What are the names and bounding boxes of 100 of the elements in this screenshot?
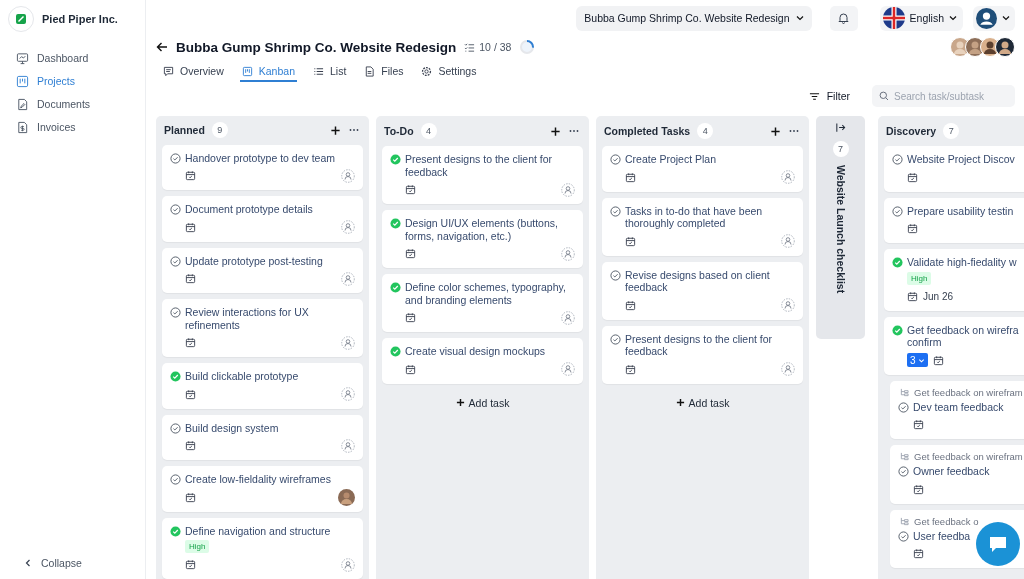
check-circle-icon[interactable] bbox=[170, 307, 181, 318]
calendar-icon[interactable] bbox=[185, 491, 196, 503]
task-card[interactable]: Update prototype post-testing bbox=[162, 247, 363, 293]
more-icon[interactable] bbox=[349, 128, 359, 133]
subtask-count-button[interactable]: 3 bbox=[907, 353, 928, 367]
check-circle-icon[interactable] bbox=[170, 204, 181, 215]
check-circle-icon[interactable] bbox=[892, 257, 903, 268]
filter-button[interactable]: Filter bbox=[802, 89, 856, 103]
check-circle-icon[interactable] bbox=[610, 269, 621, 281]
collapsed-column[interactable]: 7 Website Launch checklist bbox=[816, 116, 865, 339]
unassigned-user-icon[interactable] bbox=[341, 168, 355, 183]
tab[interactable]: Kanban bbox=[239, 62, 297, 82]
sidebar-item[interactable]: Documents bbox=[16, 95, 145, 113]
unassigned-user-icon[interactable] bbox=[341, 557, 355, 572]
calendar-icon[interactable] bbox=[185, 273, 196, 284]
tab[interactable]: List bbox=[310, 62, 349, 82]
task-card[interactable]: Prepare usability testin bbox=[884, 197, 1024, 243]
calendar-icon[interactable] bbox=[625, 235, 636, 247]
check-circle-icon[interactable] bbox=[892, 154, 903, 165]
task-card[interactable]: Create low-fieldality wireframes bbox=[162, 466, 363, 512]
task-card[interactable]: Define navigation and structure High bbox=[162, 517, 363, 579]
project-dropdown[interactable]: Bubba Gump Shrimp Co. Website Redesign bbox=[576, 5, 812, 31]
sidebar-item[interactable]: Dashboard bbox=[16, 49, 145, 67]
unassigned-user-icon[interactable] bbox=[781, 362, 795, 376]
sidebar-item[interactable]: Invoices bbox=[16, 118, 145, 136]
check-circle-icon[interactable] bbox=[390, 154, 401, 165]
unassigned-user-icon[interactable] bbox=[341, 335, 355, 350]
task-card[interactable]: Tasks in to-do that have been thoroughly completed bbox=[602, 197, 803, 256]
calendar-icon[interactable] bbox=[405, 363, 416, 375]
calendar-icon[interactable] bbox=[907, 223, 918, 234]
unassigned-user-icon[interactable] bbox=[341, 271, 355, 286]
check-circle-icon[interactable] bbox=[898, 530, 909, 542]
check-circle-icon[interactable] bbox=[390, 218, 401, 229]
calendar-icon[interactable] bbox=[932, 354, 944, 366]
more-icon[interactable] bbox=[789, 129, 799, 133]
unassigned-user-icon[interactable] bbox=[781, 234, 795, 248]
notification-icon[interactable] bbox=[829, 5, 858, 31]
unassigned-user-icon[interactable] bbox=[781, 298, 795, 312]
task-card[interactable]: Get feedback on wirefram Owner feedback bbox=[890, 445, 1024, 504]
calendar-icon[interactable] bbox=[405, 248, 416, 259]
calendar-icon[interactable] bbox=[185, 559, 196, 570]
task-card[interactable]: Present designs to the client for feedback bbox=[602, 325, 803, 384]
calendar-icon[interactable] bbox=[185, 170, 196, 181]
calendar-icon[interactable] bbox=[405, 184, 416, 195]
task-card[interactable]: Get feedback on wirefra confirm 3 bbox=[884, 316, 1024, 375]
check-circle-icon[interactable] bbox=[610, 333, 621, 345]
add-icon[interactable] bbox=[770, 125, 781, 137]
calendar-icon[interactable] bbox=[913, 548, 924, 559]
calendar-icon[interactable] bbox=[907, 290, 918, 302]
user-avatar[interactable] bbox=[338, 488, 355, 506]
calendar-icon[interactable] bbox=[185, 388, 196, 400]
task-card[interactable]: Create Project Plan bbox=[602, 146, 803, 192]
expand-icon[interactable] bbox=[835, 122, 846, 133]
task-card[interactable]: Review interactions for UX refinements bbox=[162, 299, 363, 357]
task-card[interactable]: Build clickable prototype bbox=[162, 363, 363, 409]
add-icon[interactable] bbox=[550, 125, 561, 137]
calendar-icon[interactable] bbox=[907, 171, 918, 183]
tab[interactable]: Settings bbox=[419, 62, 479, 82]
unassigned-user-icon[interactable] bbox=[341, 438, 355, 453]
unassigned-user-icon[interactable] bbox=[561, 246, 575, 261]
check-circle-icon[interactable] bbox=[892, 324, 903, 336]
unassigned-user-icon[interactable] bbox=[561, 182, 575, 197]
check-circle-icon[interactable] bbox=[610, 205, 621, 217]
task-card[interactable]: Define color schemes, typography, and branding elements bbox=[382, 274, 583, 332]
calendar-icon[interactable] bbox=[625, 171, 636, 183]
calendar-icon[interactable] bbox=[913, 483, 924, 495]
check-circle-icon[interactable] bbox=[892, 205, 903, 217]
task-card[interactable]: Document prototype details bbox=[162, 196, 363, 242]
language-dropdown[interactable]: English bbox=[879, 5, 963, 31]
task-card[interactable]: Get feedback on wirefram Dev team feedback bbox=[890, 380, 1024, 439]
calendar-icon[interactable] bbox=[185, 221, 196, 233]
task-card[interactable]: Create visual design mockups bbox=[382, 338, 583, 384]
more-icon[interactable] bbox=[569, 129, 579, 133]
check-circle-icon[interactable] bbox=[898, 466, 909, 477]
check-circle-icon[interactable] bbox=[390, 282, 401, 293]
task-card[interactable]: Present designs to the client for feedback bbox=[382, 146, 583, 204]
unassigned-user-icon[interactable] bbox=[561, 310, 575, 325]
task-card[interactable]: Website Project Discov bbox=[884, 146, 1024, 192]
check-circle-icon[interactable] bbox=[390, 346, 401, 357]
sidebar-item[interactable]: Projects bbox=[16, 72, 145, 90]
add-task-button[interactable]: Add task bbox=[449, 395, 516, 410]
check-circle-icon[interactable] bbox=[898, 401, 909, 413]
unassigned-user-icon[interactable] bbox=[561, 362, 575, 376]
check-circle-icon[interactable] bbox=[170, 525, 181, 537]
unassigned-user-icon[interactable] bbox=[341, 387, 355, 401]
task-card[interactable]: Build design system bbox=[162, 414, 363, 460]
add-icon[interactable] bbox=[330, 124, 341, 136]
task-card[interactable]: Validate high-fiedality w High Jun 26 bbox=[884, 249, 1024, 311]
task-card[interactable]: Design UI/UX elements (buttons, forms, navigation, etc.) bbox=[382, 210, 583, 268]
tab[interactable]: Files bbox=[362, 62, 406, 82]
add-task-button[interactable]: Add task bbox=[669, 395, 736, 410]
unassigned-user-icon[interactable] bbox=[781, 170, 795, 184]
check-circle-icon[interactable] bbox=[170, 474, 181, 485]
calendar-icon[interactable] bbox=[405, 312, 416, 323]
collapse-button[interactable]: Collapse bbox=[8, 557, 145, 569]
search-field[interactable]: Search task/subtask bbox=[872, 85, 1015, 107]
task-card[interactable]: Handover prototype to dev team bbox=[162, 144, 363, 190]
user-menu[interactable] bbox=[973, 5, 1015, 31]
calendar-icon[interactable] bbox=[185, 440, 196, 451]
back-arrow-icon[interactable] bbox=[156, 41, 168, 53]
